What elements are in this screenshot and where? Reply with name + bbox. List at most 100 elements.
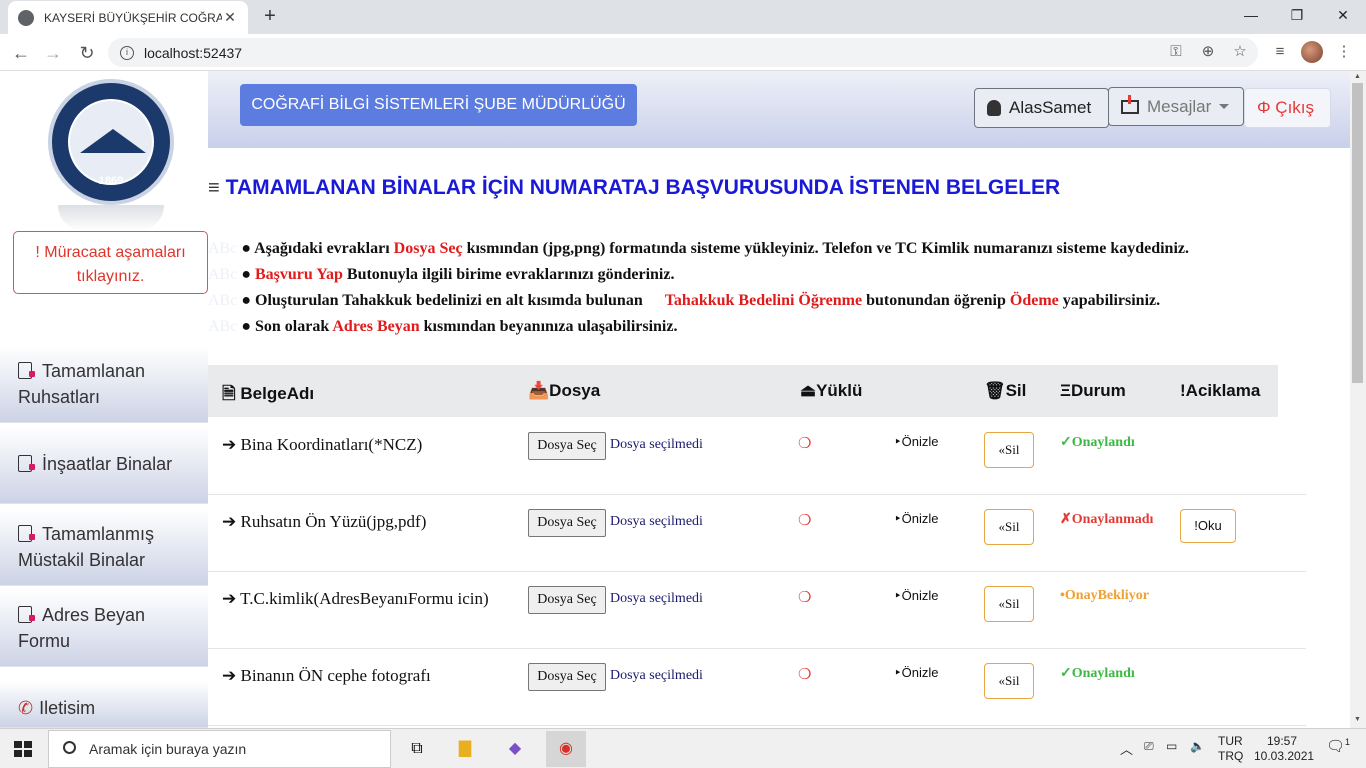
user-name: AlasSamet [1009, 98, 1092, 117]
file-choose-button[interactable]: Dosya Seç [528, 509, 606, 537]
user-button[interactable]: AlasSamet [974, 88, 1109, 128]
delete-button[interactable]: «Sil [984, 432, 1034, 468]
user-icon [987, 100, 1001, 116]
close-tab-icon[interactable]: ✕ [222, 9, 238, 26]
notice-box[interactable]: ! Müracaat aşamaları tıklayınız. [13, 231, 208, 294]
logo-year: 1869 [98, 175, 124, 187]
sidebar-item-label: Tamamlanmış Müstakil Binalar [18, 524, 155, 570]
restore-icon[interactable]: ❐ [1274, 0, 1320, 30]
header-label: Aciklama [1185, 381, 1261, 400]
info-icon[interactable]: i [120, 45, 134, 60]
forward-icon[interactable]: → [40, 40, 66, 66]
delete-button[interactable]: «Sil [984, 663, 1034, 699]
header-label: Sil [1005, 381, 1027, 400]
profile-avatar[interactable] [1301, 41, 1323, 63]
reload-icon[interactable]: ↻ [74, 40, 100, 66]
instruction-text: kısmından (jpg,png) formatında sisteme y… [462, 240, 1189, 257]
tray-chevron-icon[interactable]: ︿ [1120, 739, 1133, 758]
messages-dropdown[interactable]: Mesajlar [1108, 87, 1244, 126]
status-badge: ✓Onaylandı [1060, 435, 1135, 450]
key-icon[interactable]: ⚿ [1164, 40, 1188, 64]
star-icon[interactable]: ☆ [1228, 40, 1252, 64]
sidebar-item-label: Tamamlanan Ruhsatları [18, 361, 146, 407]
menu-icon[interactable]: ⋮ [1332, 40, 1356, 64]
phone-icon: ✆ [18, 698, 34, 718]
header-label: BelgeAdı [240, 384, 315, 403]
main-content: ≡ TAMAMLANAN BİNALAR İÇİN NUMARATAJ BAŞVU… [208, 148, 1350, 728]
instruction-highlight: Dosya Seç [393, 240, 463, 257]
header-label: Durum [1070, 381, 1126, 400]
instruction-line: ABc ● Başvuru Yap Butonuyla ilgili birime… [208, 262, 1318, 288]
preview-link[interactable]: ‣Önizle [894, 665, 939, 681]
document-icon [18, 525, 35, 542]
taskbar-search[interactable]: Aramak için buraya yazın [48, 730, 391, 768]
document-name: ➔ T.C.kimlik(AdresBeyanıFormu icin) [222, 589, 489, 608]
sidebar-item-label: İnşaatlar Binalar [42, 454, 173, 474]
tray-battery-icon[interactable]: ▭ [1166, 739, 1177, 753]
page-scrollbar[interactable]: ▲ ▼ [1350, 71, 1366, 728]
chrome-icon[interactable]: ◉ [546, 731, 586, 767]
instruction-line: ABc ● Oluşturulan Tahakkuk bedelinizi en … [208, 288, 1318, 314]
scroll-down-icon[interactable]: ▼ [1354, 716, 1361, 723]
department-title-button[interactable]: COĞRAFİ BİLGİ SİSTEMLERİ ŞUBE MÜDÜRLÜĞÜ [240, 84, 637, 126]
file-choose-button[interactable]: Dosya Seç [528, 586, 606, 614]
preview-link[interactable]: ‣Önizle [894, 434, 939, 450]
minimize-icon[interactable]: — [1228, 0, 1274, 30]
media-icon[interactable]: ≡ [1268, 40, 1292, 64]
delete-button[interactable]: «Sil [984, 586, 1034, 622]
logout-label: Φ Çıkış [1257, 98, 1315, 117]
ghost-text: ABc [208, 240, 238, 257]
logout-button[interactable]: Φ Çıkış [1244, 88, 1331, 128]
preview-link[interactable]: ‣Önizle [894, 588, 939, 604]
instruction-text: ● Aşağıdaki evrakları [241, 240, 394, 257]
document-icon: 🗎 [222, 384, 236, 403]
url-field[interactable]: i localhost:52437 [108, 38, 1258, 67]
read-note-button[interactable]: !Oku [1180, 509, 1236, 543]
sidebar-item-insaatlar-binalar[interactable]: İnşaatlar Binalar [0, 427, 208, 504]
messages-label: Mesajlar [1147, 96, 1212, 116]
notification-icon[interactable]: 🗨1 [1326, 737, 1350, 755]
zoom-icon[interactable]: ⊕ [1196, 40, 1220, 64]
sidebar-item-tamamlanan-ruhsatlari[interactable]: Tamamlanan Ruhsatları [0, 346, 208, 423]
file-choose-button[interactable]: Dosya Seç [528, 663, 606, 691]
file-choose-button[interactable]: Dosya Seç [528, 432, 606, 460]
header-belgeadi: 🗎 BelgeAdı [222, 381, 314, 410]
status-badge: ✗Onaylanmadı [1060, 512, 1154, 527]
preview-link[interactable]: ‣Önizle [894, 511, 939, 527]
task-view-icon[interactable]: ⧉ [402, 735, 432, 763]
instruction-text: Butonuyla ilgili birime evraklarınızı gö… [342, 266, 675, 283]
delete-button[interactable]: «Sil [984, 509, 1034, 545]
visual-studio-icon[interactable]: ◆ [500, 735, 530, 763]
clock[interactable]: 19:57 10.03.2021 [1254, 734, 1315, 764]
sidebar-item-iletisim[interactable]: ✆ Iletisim [0, 681, 208, 728]
file-explorer-icon[interactable]: ▇ [450, 735, 480, 763]
chevron-down-icon [1219, 104, 1230, 109]
back-icon[interactable]: ← [8, 40, 34, 66]
tray-volume-icon[interactable]: 🔈 [1190, 739, 1205, 753]
tray-network-icon[interactable]: ⎚ [1144, 739, 1154, 754]
language-indicator[interactable]: TUR TRQ [1218, 734, 1243, 764]
ghost-text: ABc [208, 266, 238, 283]
address-bar-row: ← → ↻ i localhost:52437 ⚿ ⊕ ☆ ≡ ⋮ [0, 34, 1366, 71]
header-durum: ΞDurum [1060, 381, 1126, 401]
instruction-highlight: Tahakkuk Bedelini Öğrenme [664, 292, 863, 309]
clock-date: 10.03.2021 [1254, 749, 1315, 763]
scrollbar-thumb[interactable] [1352, 83, 1363, 383]
sidebar-item-adres-beyan-formu[interactable]: Adres Beyan Formu [0, 590, 208, 667]
globe-icon [18, 9, 34, 26]
search-placeholder: Aramak için buraya yazın [89, 741, 247, 757]
scroll-up-icon[interactable]: ▲ [1354, 73, 1361, 80]
close-window-icon[interactable]: ✕ [1320, 0, 1366, 30]
browser-tab[interactable]: KAYSERİ BÜYÜKŞEHİR COĞRAFİ B ✕ [8, 1, 248, 34]
ghost-text: ABc [208, 292, 238, 309]
list-icon: ≡ [208, 177, 220, 199]
windows-start-icon[interactable] [14, 741, 32, 757]
table-row: ➔ T.C.kimlik(AdresBeyanıFormu icin) Dosy… [208, 572, 1306, 649]
uploaded-indicator: ❍ [798, 667, 812, 683]
sidebar-item-tamamlanmis-mustakil-binalar[interactable]: Tamamlanmış Müstakil Binalar [0, 509, 208, 586]
uploaded-indicator: ❍ [798, 590, 812, 606]
table-header: 🗎 BelgeAdı 📥Dosya ⏏Yüklü 🗑Sil ΞDurum !Ac… [208, 365, 1278, 417]
new-tab-icon[interactable]: + [258, 4, 282, 28]
lang-primary: TUR [1218, 734, 1243, 748]
instruction-text: ● Son olarak [241, 318, 333, 335]
